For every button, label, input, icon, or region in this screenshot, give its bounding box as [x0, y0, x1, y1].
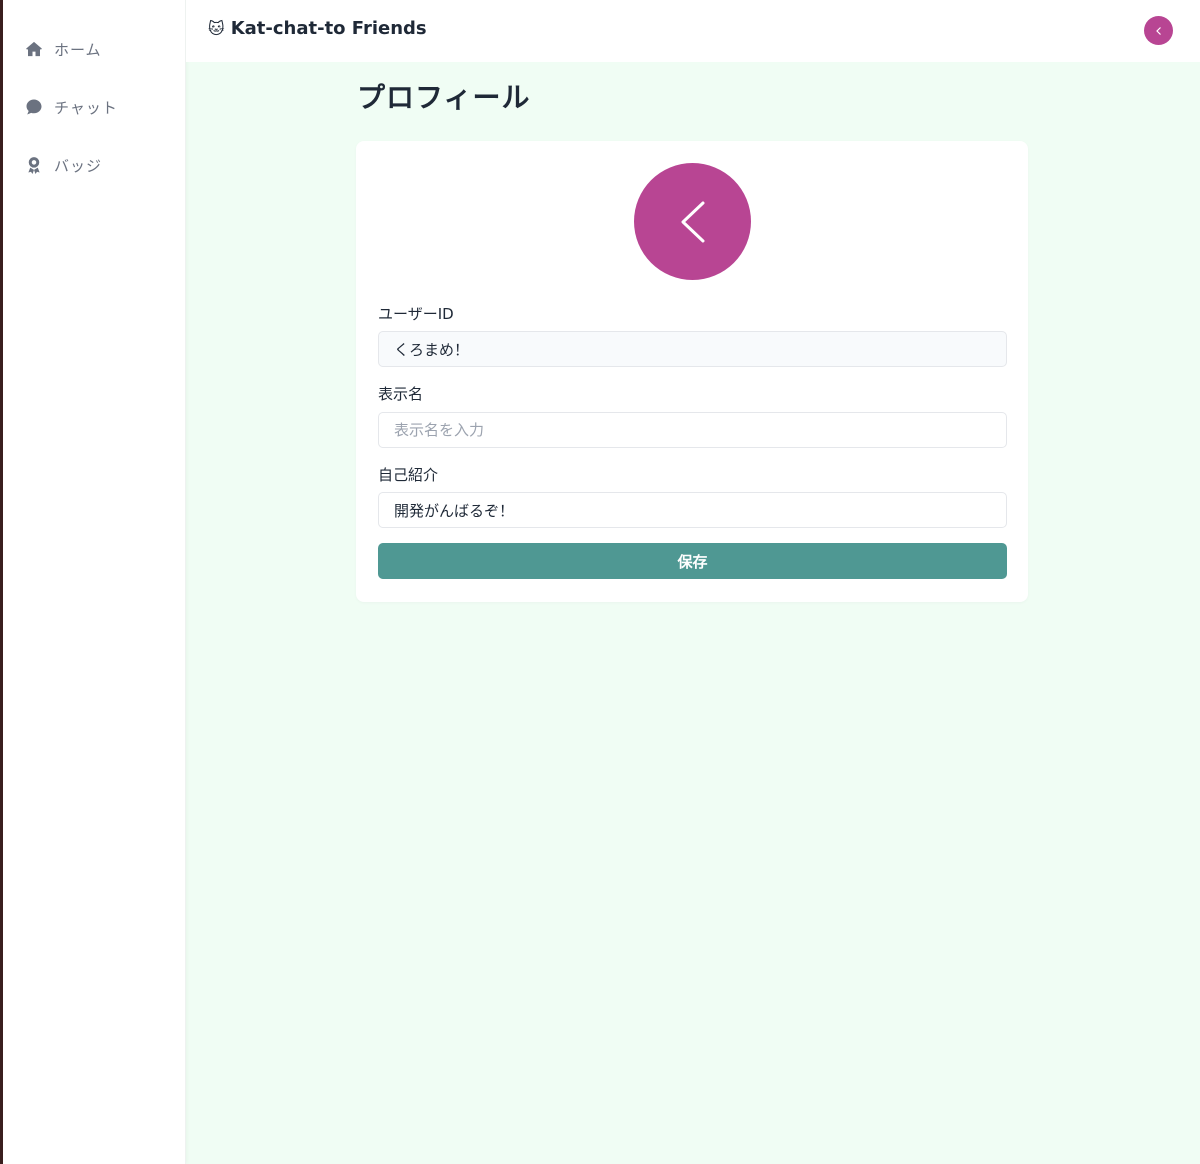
top-header: 🐱 Kat-chat-to Friends: [186, 0, 1200, 62]
sidebar-item-badge[interactable]: バッジ: [25, 153, 102, 177]
cat-emoji-icon: 🐱: [208, 19, 225, 38]
sidebar-item-label: バッジ: [54, 156, 103, 175]
chevron-left-icon: [1154, 26, 1164, 36]
profile-card: ユーザーID 表示名 自己紹介 保存: [356, 141, 1028, 602]
badge-icon: [25, 156, 43, 174]
chat-bubble-icon: [25, 98, 43, 116]
profile-avatar[interactable]: [634, 163, 751, 280]
bio-label: 自己紹介: [378, 466, 439, 484]
home-icon: [25, 40, 43, 58]
header-avatar[interactable]: [1144, 16, 1173, 45]
sidebar-item-chat[interactable]: チャット: [25, 95, 118, 119]
user-id-label: ユーザーID: [378, 305, 454, 323]
page-title: プロフィール: [357, 81, 531, 114]
sidebar: ホーム チャット バッジ: [3, 0, 186, 1164]
sidebar-item-home[interactable]: ホーム: [25, 37, 102, 61]
app-brand[interactable]: 🐱 Kat-chat-to Friends: [208, 18, 427, 39]
sidebar-item-label: ホーム: [54, 40, 102, 59]
app-title: Kat-chat-to Friends: [230, 18, 427, 39]
chevron-left-icon: [673, 197, 713, 247]
save-button[interactable]: 保存: [378, 543, 1007, 579]
sidebar-item-label: チャット: [54, 98, 118, 117]
user-id-field[interactable]: [378, 331, 1007, 367]
display-name-field[interactable]: [378, 412, 1007, 448]
bio-field[interactable]: [378, 492, 1007, 528]
display-name-label: 表示名: [378, 385, 424, 403]
